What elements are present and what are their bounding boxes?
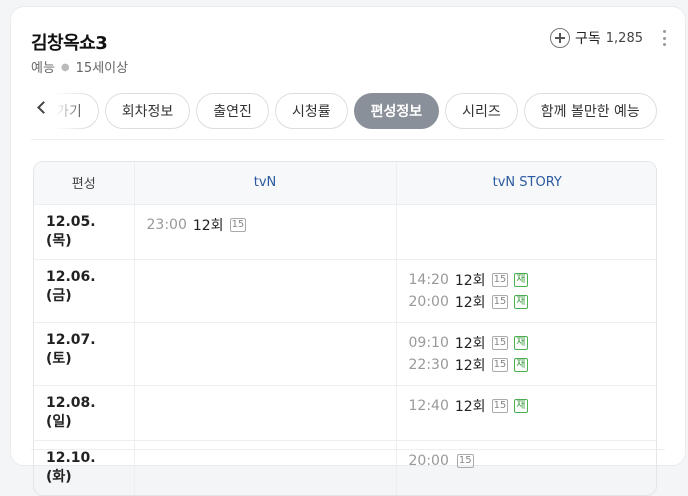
- age-rating-badge: 15: [491, 294, 509, 309]
- broadcast-entry: 12:40 12회 15 재: [409, 395, 647, 417]
- broadcast-entry: 09:10 12회 15 재: [409, 332, 647, 354]
- subscriber-count: 1,285: [605, 30, 643, 46]
- rerun-badge: 재: [514, 335, 528, 350]
- tvn-story-cell: 14:20 12회 15 재 20:00 12회 15 재: [395, 258, 656, 322]
- broadcast-entry: 23:00 12회 15: [147, 214, 384, 236]
- rerun-badge: 재: [514, 294, 528, 309]
- broadcast-entry: 22:30 12회 15 재: [409, 354, 647, 376]
- age-rating-badge: 15: [491, 357, 509, 372]
- age-rating-badge: 15: [456, 453, 474, 468]
- broadcast-time: 22:30: [408, 356, 449, 373]
- tvn-story-cell: 12:40 12회 15 재: [395, 384, 656, 440]
- genre-label: 예능: [31, 61, 55, 76]
- header-schedule: 편성: [34, 162, 134, 205]
- schedule-date: 12.08. (일): [34, 384, 134, 440]
- age-rating-badge: 15: [491, 272, 509, 287]
- more-options-icon[interactable]: [661, 30, 667, 46]
- program-title[interactable]: 김창옥쇼3: [31, 29, 108, 55]
- plus-icon: [550, 28, 571, 48]
- tvn-cell: [133, 384, 396, 440]
- age-rating-label: 15세이상: [75, 61, 129, 76]
- table-row: 12.07. (토) 09:10 12회 15 재 22:30 12회 15 재: [34, 321, 656, 385]
- header-channel-tvn[interactable]: tvN: [133, 162, 396, 205]
- program-card: 김창옥쇼3 예능 ● 15세이상 구독 1,285 가기 회차정보 출연진 시청률 …: [10, 6, 686, 496]
- age-rating-badge: 15: [491, 398, 509, 413]
- schedule-table: 편성 tvN tvN STORY 12.05. (목) 23:00 12회 15 12.…: [33, 161, 657, 496]
- episode-number[interactable]: 12회: [455, 292, 486, 312]
- tab-series[interactable]: 시리즈: [445, 93, 518, 129]
- episode-number[interactable]: 12회: [455, 270, 486, 290]
- broadcast-time: 14:20: [408, 271, 449, 288]
- rerun-badge: 재: [514, 272, 528, 287]
- episode-number[interactable]: 12회: [455, 333, 486, 353]
- tab-cast[interactable]: 출연진: [196, 93, 269, 129]
- episode-number[interactable]: 12회: [193, 215, 224, 235]
- table-row: 12.05. (목) 23:00 12회 15: [34, 204, 656, 259]
- broadcast-entry: 14:20 12회 15 재: [409, 269, 647, 291]
- tab-ratings[interactable]: 시청률: [274, 93, 348, 129]
- broadcast-entry: 20:00 12회 15 재: [409, 291, 647, 313]
- tvn-cell: [133, 258, 396, 322]
- tvn-story-cell: 09:10 12회 15 재 22:30 12회 15 재: [395, 321, 656, 385]
- tab-track: 가기 회차정보 출연진 시청률 편성정보 시리즈 함께 볼만한 예능: [31, 93, 657, 129]
- tab-recommended[interactable]: 함께 볼만한 예능: [523, 93, 657, 129]
- schedule-date: 12.06. (금): [34, 258, 134, 322]
- subscribe-label: 구독: [575, 31, 601, 47]
- tvn-story-cell: [395, 204, 656, 259]
- age-rating-badge: 15: [229, 217, 247, 232]
- table-row: 12.06. (금) 14:20 12회 15 재 20:00 12회 15 재: [34, 258, 656, 322]
- subscribe-button[interactable]: 구독 1,285: [550, 27, 643, 49]
- program-meta: 예능 ● 15세이상: [31, 57, 128, 76]
- episode-number[interactable]: 12회: [455, 355, 486, 375]
- broadcast-time: 20:00: [408, 452, 449, 469]
- rerun-badge: 재: [514, 357, 528, 372]
- tab-bar: 가기 회차정보 출연진 시청률 편성정보 시리즈 함께 볼만한 예능: [31, 87, 667, 131]
- separator-dot: ●: [60, 62, 70, 73]
- schedule-date: 12.05. (목): [46, 213, 96, 249]
- broadcast-time: 12:40: [408, 397, 449, 414]
- tab-episode-info[interactable]: 회차정보: [104, 93, 191, 129]
- rerun-badge: 재: [514, 398, 528, 413]
- bottom-divider: [31, 449, 665, 450]
- tab-schedule[interactable]: 편성정보: [353, 93, 440, 129]
- broadcast-time: 09:10: [408, 334, 449, 351]
- broadcast-time: 23:00: [146, 216, 187, 233]
- divider: [31, 139, 665, 140]
- table-row: 12.08. (일) 12:40 12회 15 재: [34, 384, 656, 440]
- age-rating-badge: 15: [491, 335, 509, 350]
- tvn-cell: 23:00 12회 15: [133, 204, 396, 259]
- episode-number[interactable]: 12회: [455, 396, 486, 416]
- header-channel-tvn-story[interactable]: tvN STORY: [395, 162, 656, 205]
- broadcast-time: 20:00: [408, 293, 449, 310]
- schedule-date: 12.07. (토): [34, 321, 134, 385]
- broadcast-entry: 20:00 15: [409, 450, 647, 472]
- tvn-cell: [133, 321, 396, 385]
